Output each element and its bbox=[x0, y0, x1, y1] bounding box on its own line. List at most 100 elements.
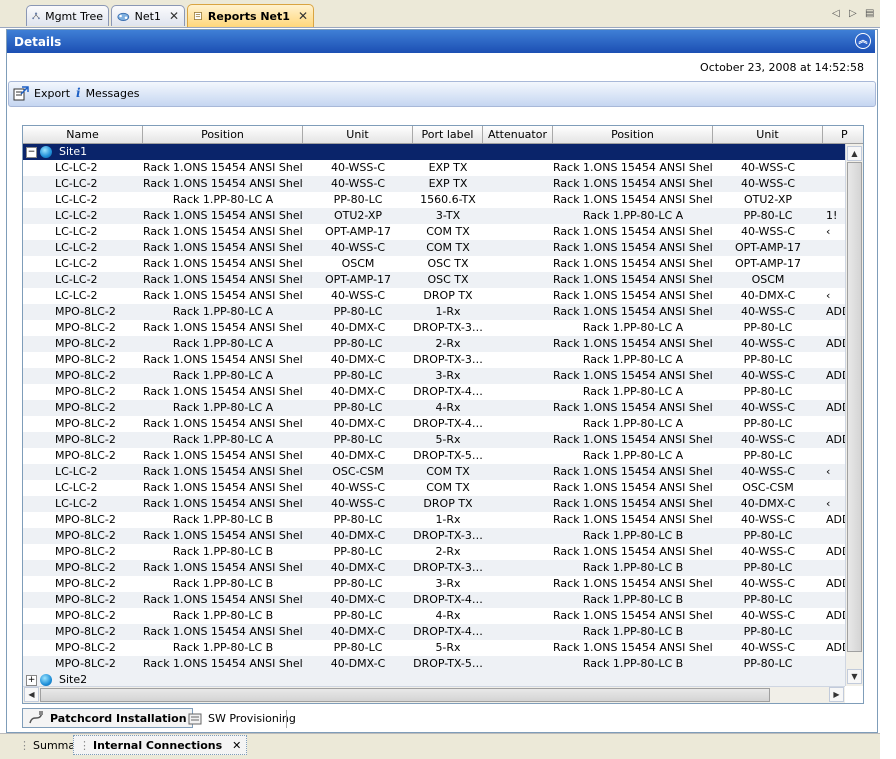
table-cell: Rack 1.PP-80-LC B bbox=[172, 641, 274, 654]
table-row[interactable]: LC-LC-2 Rack 1.ONS 15454 ANSI Shelf… 40-WS… bbox=[23, 496, 845, 512]
table-row[interactable]: MPO-8LC-2 Rack 1.PP-80-LC B PP-80-LC 5-Rx Ra… bbox=[23, 640, 845, 656]
table-cell: PP-80-LC bbox=[333, 401, 383, 414]
column-header-unit[interactable]: Unit bbox=[303, 126, 413, 143]
table-row[interactable]: LC-LC-2 Rack 1.ONS 15454 ANSI Shelf… 40-WS… bbox=[23, 176, 845, 192]
column-header-position[interactable]: Position bbox=[143, 126, 303, 143]
table-cell: 40-DMX-C bbox=[330, 625, 386, 638]
scroll-right-icon[interactable]: ▷ bbox=[849, 8, 857, 19]
table-cell: Rack 1.ONS 15454 ANSI Shelf… bbox=[553, 257, 713, 270]
scroll-left-arrow-icon[interactable]: ◀ bbox=[24, 687, 39, 702]
tab-reports-net1[interactable]: Reports Net1 ✕ bbox=[187, 4, 314, 27]
export-label: Export bbox=[34, 87, 71, 100]
scroll-thumb[interactable] bbox=[847, 162, 862, 652]
tab-mgmt-tree[interactable]: Mgmt Tree bbox=[26, 5, 109, 26]
table-cell: 2-Rx bbox=[435, 337, 461, 350]
scroll-left-icon[interactable]: ◁ bbox=[832, 8, 840, 19]
tab-list-icon[interactable]: ▤ bbox=[865, 8, 874, 19]
table-row[interactable]: LC-LC-2 Rack 1.ONS 15454 ANSI Shelf… 40-WS… bbox=[23, 160, 845, 176]
table-row[interactable]: MPO-8LC-2 Rack 1.ONS 15454 ANSI Shelf… 40-… bbox=[23, 416, 845, 432]
table-cell: 2-Rx bbox=[435, 545, 461, 558]
column-header-unit-2[interactable]: Unit bbox=[713, 126, 823, 143]
export-button[interactable]: Export bbox=[13, 86, 70, 101]
scroll-right-arrow-icon[interactable]: ▶ bbox=[829, 687, 844, 702]
table-cell: Rack 1.ONS 15454 ANSI Shelf… bbox=[553, 161, 713, 174]
tab-label: Mgmt Tree bbox=[45, 9, 103, 23]
tab-net1[interactable]: Net1 ✕ bbox=[111, 5, 185, 26]
table-row[interactable]: MPO-8LC-2 Rack 1.PP-80-LC A PP-80-LC 1-Rx Ra… bbox=[23, 304, 845, 320]
table-row[interactable]: MPO-8LC-2 Rack 1.PP-80-LC A PP-80-LC 3-Rx Ra… bbox=[23, 368, 845, 384]
table-row[interactable]: LC-LC-2 Rack 1.ONS 15454 ANSI Shelf… 40-WS… bbox=[23, 288, 845, 304]
table-row[interactable]: MPO-8LC-2 Rack 1.PP-80-LC B PP-80-LC 1-Rx Ra… bbox=[23, 512, 845, 528]
table-row[interactable]: MPO-8LC-2 Rack 1.ONS 15454 ANSI Shelf… 40-… bbox=[23, 352, 845, 368]
column-header-port-label[interactable]: Port label bbox=[413, 126, 483, 143]
column-header-attenuator[interactable]: Attenuator bbox=[483, 126, 553, 143]
tab-patchcord-installation[interactable]: Patchcord Installation bbox=[22, 708, 193, 728]
provisioning-icon bbox=[188, 713, 202, 724]
column-header-position-2[interactable]: Position bbox=[553, 126, 713, 143]
table-cell: DROP-TX-4… bbox=[413, 417, 483, 430]
table-row[interactable]: LC-LC-2 Rack 1.ONS 15454 ANSI Shelf… OPT-A… bbox=[23, 272, 845, 288]
table-cell: PP-80-LC bbox=[333, 513, 383, 526]
expand-tree-icon[interactable]: + bbox=[26, 675, 37, 686]
close-icon[interactable]: ✕ bbox=[169, 9, 179, 23]
table-cell bbox=[823, 176, 845, 192]
table-row[interactable]: LC-LC-2 Rack 1.ONS 15454 ANSI Shelf… 40-WS… bbox=[23, 480, 845, 496]
table-row[interactable]: LC-LC-2 Rack 1.ONS 15454 ANSI Shelf… OTU2-… bbox=[23, 208, 845, 224]
table-cell bbox=[483, 288, 553, 304]
table-cell: MPO-8LC-2 bbox=[55, 353, 116, 366]
table-row[interactable]: MPO-8LC-2 Rack 1.PP-80-LC B PP-80-LC 2-Rx Ra… bbox=[23, 544, 845, 560]
table-cell: Rack 1.ONS 15454 ANSI Shelf… bbox=[143, 161, 303, 174]
table-cell: PP-80-LC bbox=[333, 193, 383, 206]
table-row[interactable]: MPO-8LC-2 Rack 1.PP-80-LC B PP-80-LC 4-Rx Ra… bbox=[23, 608, 845, 624]
table-row[interactable]: MPO-8LC-2 Rack 1.ONS 15454 ANSI Shelf… 40-… bbox=[23, 448, 845, 464]
info-icon: i bbox=[76, 86, 81, 100]
table-cell bbox=[483, 512, 553, 528]
table-cell bbox=[483, 272, 553, 288]
table-row[interactable]: LC-LC-2 Rack 1.ONS 15454 ANSI Shelf… OSC-C… bbox=[23, 464, 845, 480]
tab-sw-provisioning[interactable]: SW Provisioning bbox=[183, 709, 301, 728]
tab-label: Reports Net1 bbox=[207, 9, 290, 23]
table-cell: MPO-8LC-2 bbox=[55, 337, 116, 350]
site-row-site1[interactable]: − Site1 bbox=[23, 144, 845, 160]
table-row[interactable]: MPO-8LC-2 Rack 1.PP-80-LC A PP-80-LC 5-Rx Ra… bbox=[23, 432, 845, 448]
column-header-name[interactable]: Name bbox=[23, 126, 143, 143]
table-cell: Rack 1.PP-80-LC A bbox=[582, 353, 684, 366]
table-row[interactable]: MPO-8LC-2 Rack 1.ONS 15454 ANSI Shelf… 40-… bbox=[23, 528, 845, 544]
table-cell: 40-WSS-C bbox=[330, 289, 385, 302]
horizontal-scrollbar[interactable]: ◀ ▶ bbox=[23, 686, 845, 703]
table-cell: MPO-8LC-2 bbox=[55, 449, 116, 462]
close-icon[interactable]: ✕ bbox=[232, 739, 241, 752]
table-cell: ‹ bbox=[826, 225, 831, 238]
table-row[interactable]: MPO-8LC-2 Rack 1.ONS 15454 ANSI Shelf… 40-… bbox=[23, 592, 845, 608]
horizontal-scroll-thumb[interactable] bbox=[40, 688, 770, 702]
collapse-icon[interactable]: ︽ bbox=[855, 33, 871, 49]
table-row[interactable]: LC-LC-2 Rack 1.ONS 15454 ANSI Shelf… OPT-A… bbox=[23, 224, 845, 240]
table-row[interactable]: MPO-8LC-2 Rack 1.ONS 15454 ANSI Shelf… 40-… bbox=[23, 656, 845, 672]
scroll-up-icon[interactable]: ▲ bbox=[847, 146, 862, 161]
table-cell bbox=[483, 384, 553, 400]
table-row[interactable]: LC-LC-2 Rack 1.ONS 15454 ANSI Shelf… OSCM O… bbox=[23, 256, 845, 272]
table-cell: LC-LC-2 bbox=[55, 481, 98, 494]
table-row[interactable]: MPO-8LC-2 Rack 1.ONS 15454 ANSI Shelf… 40-… bbox=[23, 320, 845, 336]
table-cell: 40-DMX-C bbox=[330, 529, 386, 542]
table-row[interactable]: MPO-8LC-2 Rack 1.ONS 15454 ANSI Shelf… 40-… bbox=[23, 384, 845, 400]
table-cell: MPO-8LC-2 bbox=[55, 625, 116, 638]
tab-internal-connections[interactable]: ⋮ Internal Connections ✕ bbox=[73, 735, 248, 755]
close-icon[interactable]: ✕ bbox=[298, 9, 308, 23]
table-row[interactable]: MPO-8LC-2 Rack 1.PP-80-LC A PP-80-LC 4-Rx Ra… bbox=[23, 400, 845, 416]
table-row[interactable]: MPO-8LC-2 Rack 1.PP-80-LC B PP-80-LC 3-Rx Ra… bbox=[23, 576, 845, 592]
column-header-port-2[interactable]: P bbox=[823, 126, 863, 143]
table-cell bbox=[823, 256, 845, 272]
table-row[interactable]: MPO-8LC-2 Rack 1.ONS 15454 ANSI Shelf… 40-… bbox=[23, 560, 845, 576]
table-row[interactable]: MPO-8LC-2 Rack 1.ONS 15454 ANSI Shelf… 40-… bbox=[23, 624, 845, 640]
table-cell bbox=[483, 448, 553, 464]
collapse-tree-icon[interactable]: − bbox=[26, 147, 37, 158]
table-cell: OSC TX bbox=[427, 273, 469, 286]
table-row[interactable]: LC-LC-2 Rack 1.PP-80-LC A PP-80-LC 1560.6-T… bbox=[23, 192, 845, 208]
scroll-down-icon[interactable]: ▼ bbox=[847, 669, 862, 684]
table-cell: 40-DMX-C bbox=[330, 385, 386, 398]
table-row[interactable]: MPO-8LC-2 Rack 1.PP-80-LC A PP-80-LC 2-Rx Ra… bbox=[23, 336, 845, 352]
messages-button[interactable]: i Messages bbox=[76, 86, 140, 100]
vertical-scrollbar[interactable]: ▲ ▼ bbox=[845, 144, 863, 686]
table-row[interactable]: LC-LC-2 Rack 1.ONS 15454 ANSI Shelf… 40-WS… bbox=[23, 240, 845, 256]
